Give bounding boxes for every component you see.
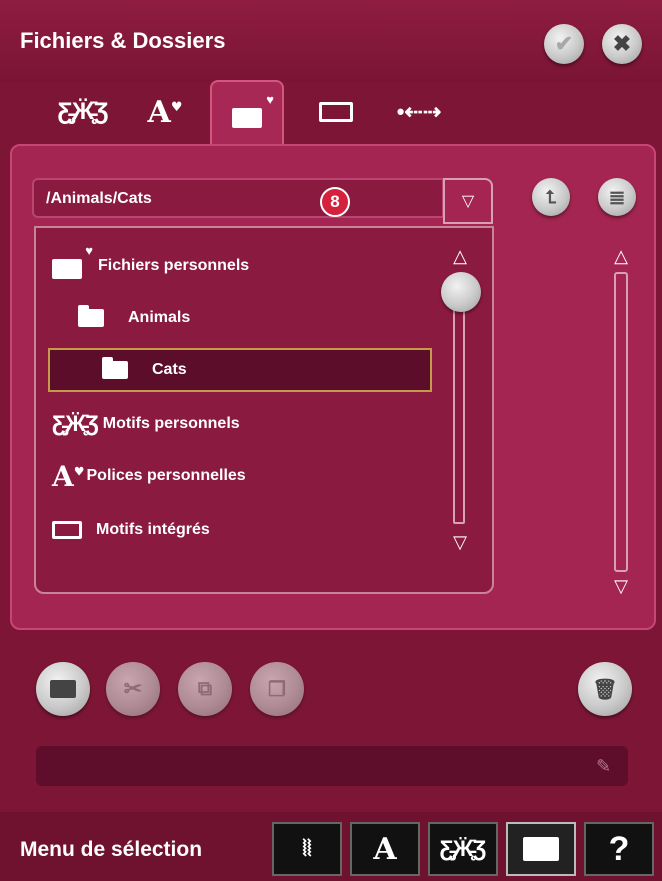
scroll-down-arrow[interactable]: ▽	[448, 532, 472, 553]
cut-icon: ✂	[123, 676, 143, 701]
list-view-icon: ≣	[608, 186, 626, 209]
list-item-label: Motifs intégrés	[96, 521, 210, 538]
butterfly-heart-icon: Ƹ̵̡Ӝ̵̨̄Ʒ	[52, 411, 99, 436]
list-item-label: Fichiers personnels	[98, 257, 250, 274]
chevron-down-icon: ▽	[461, 193, 475, 210]
list-item[interactable]: Motifs intégrés	[52, 510, 210, 550]
usb-icon: •⇠⇢	[396, 99, 442, 124]
sewing-machine-icon	[52, 521, 82, 539]
confirm-button[interactable]: ✔	[544, 24, 584, 64]
pencil-icon[interactable]: ✎	[596, 756, 611, 777]
folder-icon	[78, 305, 104, 327]
callout-marker: 8	[320, 187, 350, 217]
folder-heart-icon: ♥	[52, 243, 93, 279]
list-item[interactable]: ♥ Fichiers personnels	[52, 243, 250, 286]
folder-heart-icon: ♥	[232, 92, 274, 128]
letter-a-heart-icon: A♥	[147, 94, 183, 130]
scroll-up-arrow[interactable]: △	[448, 246, 472, 267]
preview-scrollbar[interactable]	[614, 272, 628, 572]
selection-menu-label: Menu de sélection	[20, 838, 203, 861]
list-item-label: Animals	[128, 309, 191, 326]
letter-a-heart-icon: A♥	[52, 459, 85, 493]
path-dropdown-button[interactable]: ▽	[443, 178, 493, 224]
list-item-selected[interactable]: Cats	[48, 348, 432, 392]
close-button[interactable]: ✖	[602, 24, 642, 64]
list-item[interactable]: Animals	[78, 298, 190, 338]
folder-up-button[interactable]: ⮤	[532, 178, 570, 216]
help-icon: ?	[608, 829, 630, 868]
close-icon: ✖	[612, 31, 632, 56]
paste-button[interactable]: ❐	[250, 662, 304, 716]
preview-scroll-up-arrow[interactable]: △	[609, 246, 633, 267]
file-list: ♥ Fichiers personnels Animals Cats Ƹ̵̡Ӝ̵…	[34, 226, 494, 594]
list-view-button[interactable]: ≣	[598, 178, 636, 216]
tab-usb[interactable]: •⇠⇢	[384, 86, 454, 138]
font-menu-button[interactable]: A	[350, 822, 420, 876]
list-scrollbar[interactable]	[453, 284, 465, 524]
folder-icon	[102, 357, 128, 379]
help-button[interactable]: ?	[584, 822, 654, 876]
list-item-label: Polices personnelles	[86, 467, 246, 484]
trash-icon: 🗑	[592, 678, 618, 701]
name-field[interactable]	[36, 746, 628, 786]
embroidery-menu-button[interactable]: Ƹ̵̡Ӝ̵̨̄Ʒ	[428, 822, 498, 876]
stitch-icon: ⦚⦚	[302, 836, 312, 861]
tab-sewing-machine[interactable]	[306, 86, 366, 138]
folder-up-icon: ⮤	[545, 186, 557, 207]
list-item-label: Motifs personnels	[102, 415, 240, 432]
new-folder-button[interactable]	[36, 662, 90, 716]
paste-icon: ❐	[268, 678, 286, 701]
sewing-machine-icon	[319, 102, 353, 122]
list-item[interactable]: A♥ Polices personnelles	[52, 456, 246, 496]
list-item[interactable]: Ƹ̵̡Ӝ̵̨̄Ʒ Motifs personnels	[52, 404, 240, 444]
tab-fonts[interactable]: A♥	[130, 86, 200, 138]
tab-embroidery-motifs[interactable]: Ƹ̵̡Ӝ̵̨̄Ʒ	[48, 86, 118, 138]
preview-scroll-down-arrow[interactable]: ▽	[609, 576, 633, 597]
list-item-label: Cats	[152, 361, 187, 378]
tab-files[interactable]: ♥	[210, 80, 284, 146]
scrollbar-thumb[interactable]	[441, 272, 481, 312]
path-field[interactable]: /Animals/Cats	[32, 178, 444, 218]
new-folder-icon	[50, 680, 76, 698]
checkmark-icon: ✔	[554, 31, 574, 56]
letter-a-icon: A	[373, 831, 397, 867]
stitch-menu-button[interactable]: ⦚⦚	[272, 822, 342, 876]
butterfly-heart-icon: Ƹ̵̡Ӝ̵̨̄Ʒ	[57, 98, 109, 125]
butterfly-icon: Ƹ̵̡Ӝ̵̨̄Ʒ	[439, 836, 487, 861]
copy-icon: ⧉	[197, 677, 213, 700]
delete-button[interactable]: 🗑	[578, 662, 632, 716]
file-manager-button[interactable]	[506, 822, 576, 876]
open-folder-icon	[523, 837, 559, 861]
cut-button[interactable]: ✂	[106, 662, 160, 716]
window-title: Fichiers & Dossiers	[20, 28, 226, 53]
copy-button[interactable]: ⧉	[178, 662, 232, 716]
